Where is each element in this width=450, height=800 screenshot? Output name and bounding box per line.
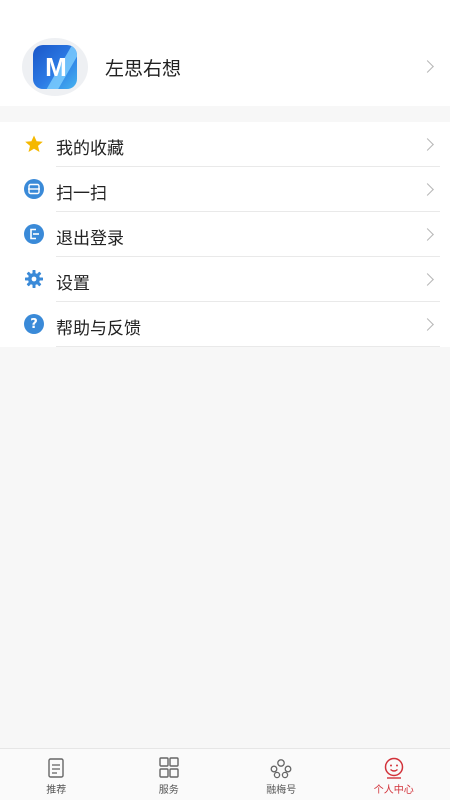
chevron-right-icon <box>421 183 434 196</box>
document-icon <box>48 758 64 778</box>
tab-label: 推荐 <box>46 785 67 796</box>
tab-label: 服务 <box>158 785 179 796</box>
logout-icon <box>24 224 44 244</box>
star-icon <box>24 134 44 154</box>
menu-item-label: 我的收藏 <box>56 139 124 159</box>
smiley-icon <box>384 757 403 779</box>
avatar[interactable]: M <box>22 38 88 96</box>
tab-label: 融梅号 <box>266 785 297 796</box>
menu-item-settings[interactable]: 设置 <box>0 257 450 302</box>
chevron-right-icon <box>421 318 434 331</box>
tab-label: 个人中心 <box>373 785 414 796</box>
menu-list: 我的收藏 扫一扫 退出登录 设置 ? 帮助与反馈 <box>0 122 450 347</box>
tab-recommend[interactable]: 推荐 <box>0 749 113 800</box>
menu-item-label: 设置 <box>56 274 90 294</box>
chevron-right-icon <box>421 228 434 241</box>
chevron-right-icon <box>421 60 434 73</box>
profile-name: 左思右想 <box>105 58 182 80</box>
tab-profile[interactable]: 个人中心 <box>338 749 450 800</box>
menu-item-label: 扫一扫 <box>56 184 107 204</box>
menu-item-label: 帮助与反馈 <box>56 319 141 339</box>
chevron-right-icon <box>421 273 434 286</box>
people-icon <box>270 759 292 779</box>
chevron-right-icon <box>421 138 434 151</box>
app-logo: M <box>33 45 77 89</box>
profile-header[interactable]: M 左思右想 <box>0 0 450 106</box>
menu-item-logout[interactable]: 退出登录 <box>0 212 450 257</box>
avatar-letter: M <box>45 51 67 82</box>
bottom-tab-bar: 推荐 服务 融梅号 个人中心 <box>0 748 450 800</box>
grid-icon <box>159 757 179 778</box>
help-icon: ? <box>24 314 44 334</box>
tab-services[interactable]: 服务 <box>113 749 226 800</box>
menu-item-label: 退出登录 <box>56 229 124 249</box>
tab-rongmeihao[interactable]: 融梅号 <box>225 749 338 800</box>
gear-icon <box>24 269 44 289</box>
menu-item-help[interactable]: ? 帮助与反馈 <box>0 302 450 347</box>
scan-icon <box>24 179 44 199</box>
menu-item-scan[interactable]: 扫一扫 <box>0 167 450 212</box>
divider <box>56 346 440 347</box>
menu-item-favorites[interactable]: 我的收藏 <box>0 122 450 167</box>
